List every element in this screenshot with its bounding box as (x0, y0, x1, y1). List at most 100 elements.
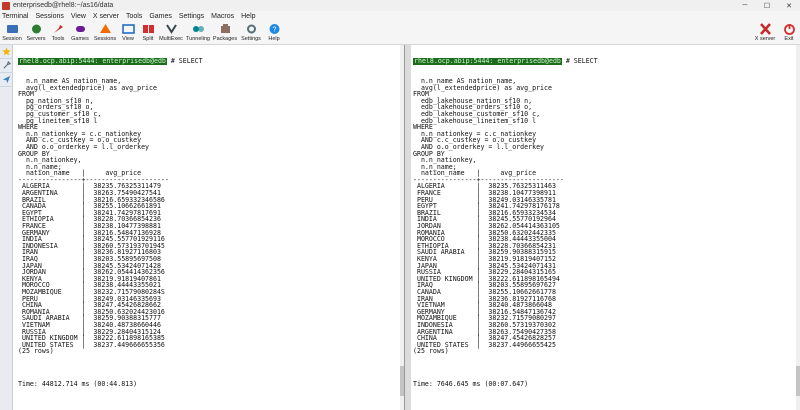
sidebar-macros[interactable] (0, 73, 13, 87)
terminal-output-left: rhel8.ocp.abip:5444: enterprisedb@edb # … (16, 45, 404, 388)
toolbar-label: Games (71, 36, 89, 42)
terminal-line: Time: 44812.714 ms (00:44.813) (18, 380, 138, 389)
split-icon (142, 23, 155, 35)
toolbar-games-button[interactable]: Games (68, 21, 92, 45)
multiexec-icon (165, 23, 178, 35)
toolbar-label: Exit (784, 36, 794, 42)
toolbar-session-button[interactable]: Session (0, 21, 24, 45)
toolbar-split-button[interactable]: Split (138, 21, 158, 45)
terminal-output-right: rhel8.ocp.abip:5444: enterprisedb@edb # … (411, 45, 800, 388)
toolbar-label: X server (754, 36, 776, 42)
terminal-line: Time: 7646.645 ms (00:07.647) (413, 380, 529, 389)
toolbar-label: Settings (241, 36, 261, 42)
menu-settings[interactable]: Settings (179, 13, 204, 20)
tools-icon (52, 23, 65, 35)
close-button[interactable]: ✕ (778, 0, 800, 11)
command-text: # SELECT (166, 57, 203, 66)
terminal-line: pg_lineitem_sf10 l (18, 116, 98, 125)
mobaxterm-app-icon (2, 1, 10, 10)
menu-tools[interactable]: Tools (126, 13, 142, 20)
menu-help[interactable]: Help (241, 13, 255, 20)
toolbar-label: MultiExec (159, 36, 183, 42)
help-icon: ? (268, 23, 281, 35)
toolbar-help-button[interactable]: ? Help (264, 21, 284, 45)
toolbar-label: View (122, 36, 134, 42)
svg-text:?: ? (272, 27, 276, 34)
session-icon (6, 23, 19, 35)
main-toolbar: Session Servers Tools Games Sessions View Spli… (0, 21, 800, 45)
toolbar-label: Tunneling (186, 36, 210, 42)
terminal-line: UNITED STATES | 38237.44966655425 (413, 340, 556, 349)
maximize-button[interactable]: ☐ (756, 0, 778, 11)
menu-x-server[interactable]: X server (93, 13, 119, 20)
toolbar-sessions-button[interactable]: Sessions (92, 21, 118, 45)
menu-sessions[interactable]: Sessions (35, 13, 63, 20)
menu-games[interactable]: Games (149, 13, 172, 20)
x-server-icon (759, 23, 772, 35)
toolbar-label: Split (142, 36, 154, 42)
toolbar-settings-button[interactable]: Settings (238, 21, 264, 45)
terminal-pane-right[interactable]: rhel8.ocp.abip:5444: enterprisedb@edb # … (411, 45, 800, 410)
terminal-pane-left[interactable]: rhel8.ocp.abip:5444: enterprisedb@edb # … (16, 45, 405, 410)
toolbar-label: Packages (212, 36, 238, 42)
sessions-icon (99, 23, 112, 35)
toolbar-multiexec-button[interactable]: MultiExec (158, 21, 184, 45)
toolbar-tools-button[interactable]: Tools (48, 21, 68, 45)
scrollbar-thumb-left[interactable] (400, 366, 404, 396)
view-icon (121, 23, 135, 35)
terminal-line: AND o.o_orderkey = l.l_orderkey (18, 142, 150, 151)
prompt-line: rhel8.ocp.abip:5444: enterprisedb@edb # … (18, 58, 404, 65)
toolbar-label: Help (268, 36, 280, 42)
left-sidebar (0, 45, 13, 410)
scrollbar-thumb-right[interactable] (796, 366, 800, 396)
wrench-icon (3, 61, 11, 69)
packages-icon (219, 23, 232, 35)
minimize-button[interactable]: ─ (734, 0, 756, 11)
window-title: enterprisedb@rhel8:~/as16/data (13, 2, 114, 9)
toolbar-packages-button[interactable]: Packages (212, 21, 238, 45)
tunneling-icon (192, 23, 205, 35)
terminal-line: (25 rows) (413, 347, 449, 356)
sidebar-tools[interactable] (0, 59, 13, 73)
window-controls: ─ ☐ ✕ (734, 0, 800, 11)
menu-view[interactable]: View (71, 13, 86, 20)
terminal-line: n.n_nationkey, (413, 156, 477, 165)
terminal-line: (25 rows) (18, 347, 54, 356)
prompt-line: rhel8.ocp.abip:5444: enterprisedb@edb # … (413, 58, 800, 65)
menu-terminal[interactable]: Terminal (2, 13, 28, 20)
terminal-line: n.n_nationkey, (18, 156, 82, 165)
sidebar-favorites-star[interactable] (0, 45, 13, 59)
toolbar-label: Session (2, 36, 22, 42)
toolbar-exit-button[interactable]: Exit (778, 21, 800, 45)
scrollbar-left[interactable] (400, 45, 404, 410)
toolbar-tunneling-button[interactable]: Tunneling (184, 21, 212, 45)
toolbar-label: Sessions (93, 36, 117, 42)
terminal-line: avg(l_extendedprice) as avg_price (18, 83, 157, 92)
menu-macros[interactable]: Macros (211, 13, 234, 20)
terminal-line: avg(l_extendedprice) as avg_price (413, 83, 552, 92)
exit-icon (783, 23, 796, 35)
menu-bar: Terminal Sessions View X server Tools Games Se… (0, 11, 800, 21)
servers-icon (30, 23, 43, 35)
window-titlebar: enterprisedb@rhel8:~/as16/data ─ ☐ ✕ (0, 0, 800, 11)
toolbar-servers-button[interactable]: Servers (24, 21, 48, 45)
toolbar-label: Servers (26, 36, 46, 42)
command-text: # SELECT (561, 57, 598, 66)
toolbar-x-server-button[interactable]: X server (754, 21, 776, 45)
terminal-line: edb_lakehouse_lineitem_sf10 l (413, 116, 537, 125)
shell-prompt: rhel8.ocp.abip:5444: enterprisedb@edb (413, 57, 562, 66)
star-icon (2, 47, 11, 56)
scrollbar-right[interactable] (796, 45, 800, 410)
paper-plane-icon (2, 75, 11, 84)
toolbar-view-button[interactable]: View (118, 21, 138, 45)
settings-icon (245, 23, 258, 35)
terminal-line: UNITED STATES | 38237.449666655356 (18, 340, 165, 349)
shell-prompt: rhel8.ocp.abip:5444: enterprisedb@edb (18, 57, 167, 66)
terminal-line: AND o.o_orderkey = l.l_orderkey (413, 142, 545, 151)
